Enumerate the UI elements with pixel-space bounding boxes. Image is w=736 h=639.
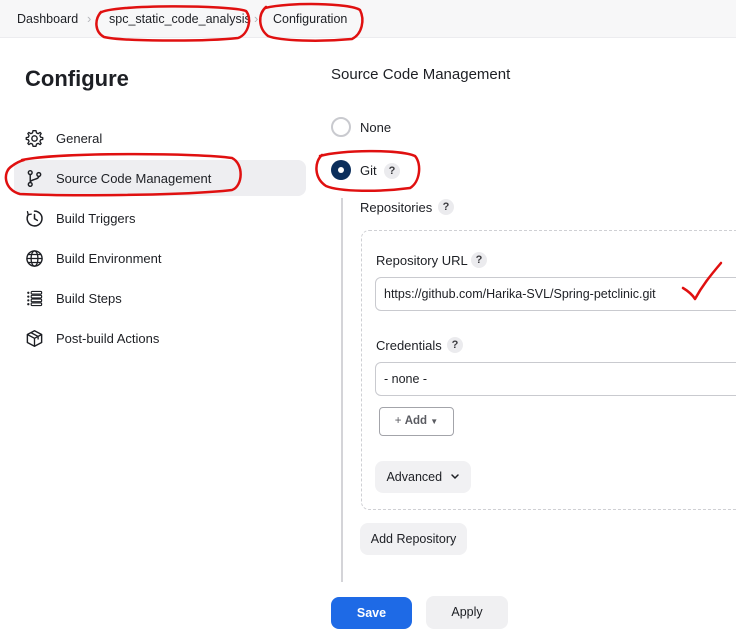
- chevron-right-icon: ›: [87, 11, 92, 26]
- add-credentials-label: Add: [404, 415, 428, 427]
- help-icon[interactable]: ?: [384, 163, 400, 179]
- sidebar-item-source-code-management[interactable]: Source Code Management: [14, 160, 306, 196]
- page-title: Configure: [25, 66, 129, 91]
- section-title: Source Code Management: [331, 66, 511, 83]
- radio-git-label[interactable]: Git: [360, 163, 377, 178]
- help-icon[interactable]: ?: [438, 199, 454, 215]
- repository-url-label: Repository URL: [376, 253, 468, 268]
- caret-down-icon: ▼: [430, 417, 439, 426]
- gear-icon: [25, 130, 44, 147]
- advanced-label: Advanced: [386, 470, 443, 484]
- breadcrumb-configuration[interactable]: Configuration: [273, 12, 347, 26]
- sidebar-item-label: Build Steps: [56, 291, 122, 306]
- credentials-label: Credentials: [376, 338, 442, 353]
- advanced-button[interactable]: Advanced: [375, 461, 471, 493]
- sidebar-item-general[interactable]: General: [14, 120, 306, 156]
- globe-icon: [26, 250, 43, 267]
- breadcrumb-dashboard[interactable]: Dashboard: [17, 12, 78, 26]
- sidebar-item-label: Build Environment: [56, 251, 162, 266]
- clock-icon: [26, 210, 43, 227]
- sidebar-item-label: Source Code Management: [56, 171, 212, 186]
- radio-none-label[interactable]: None: [360, 120, 391, 135]
- package-icon: [26, 329, 43, 348]
- breadcrumb-job[interactable]: spc_static_code_analysis: [109, 12, 251, 26]
- breadcrumb: Dashboard › spc_static_code_analysis › C…: [0, 0, 736, 38]
- repository-url-input[interactable]: https://github.com/Harika-SVL/Spring-pet…: [375, 277, 736, 311]
- radio-git[interactable]: [331, 160, 351, 180]
- chevron-right-icon: ›: [254, 11, 259, 26]
- chevron-down-icon: [450, 474, 459, 480]
- help-icon[interactable]: ?: [447, 337, 463, 353]
- branch-icon: [27, 169, 42, 188]
- list-icon: [27, 290, 43, 307]
- section-divider: [341, 198, 343, 583]
- save-button[interactable]: Save: [331, 597, 412, 629]
- sidebar-item-post-build-actions[interactable]: Post-build Actions: [14, 320, 306, 356]
- credentials-select[interactable]: - none -: [375, 362, 736, 396]
- sidebar-item-build-triggers[interactable]: Build Triggers: [14, 200, 306, 236]
- apply-button[interactable]: Apply: [426, 596, 508, 629]
- sidebar-item-build-steps[interactable]: Build Steps: [14, 280, 306, 316]
- radio-none[interactable]: [331, 117, 351, 137]
- sidebar-item-label: Build Triggers: [56, 211, 136, 226]
- sidebar-item-build-environment[interactable]: Build Environment: [14, 240, 306, 276]
- plus-icon: +: [394, 415, 402, 427]
- repositories-label: Repositories: [360, 200, 433, 215]
- add-credentials-button[interactable]: + Add ▼: [379, 407, 454, 436]
- help-icon[interactable]: ?: [471, 252, 487, 268]
- add-repository-button[interactable]: Add Repository: [360, 523, 467, 555]
- sidebar-item-label: Post-build Actions: [56, 331, 160, 346]
- sidebar-item-label: General: [56, 131, 103, 146]
